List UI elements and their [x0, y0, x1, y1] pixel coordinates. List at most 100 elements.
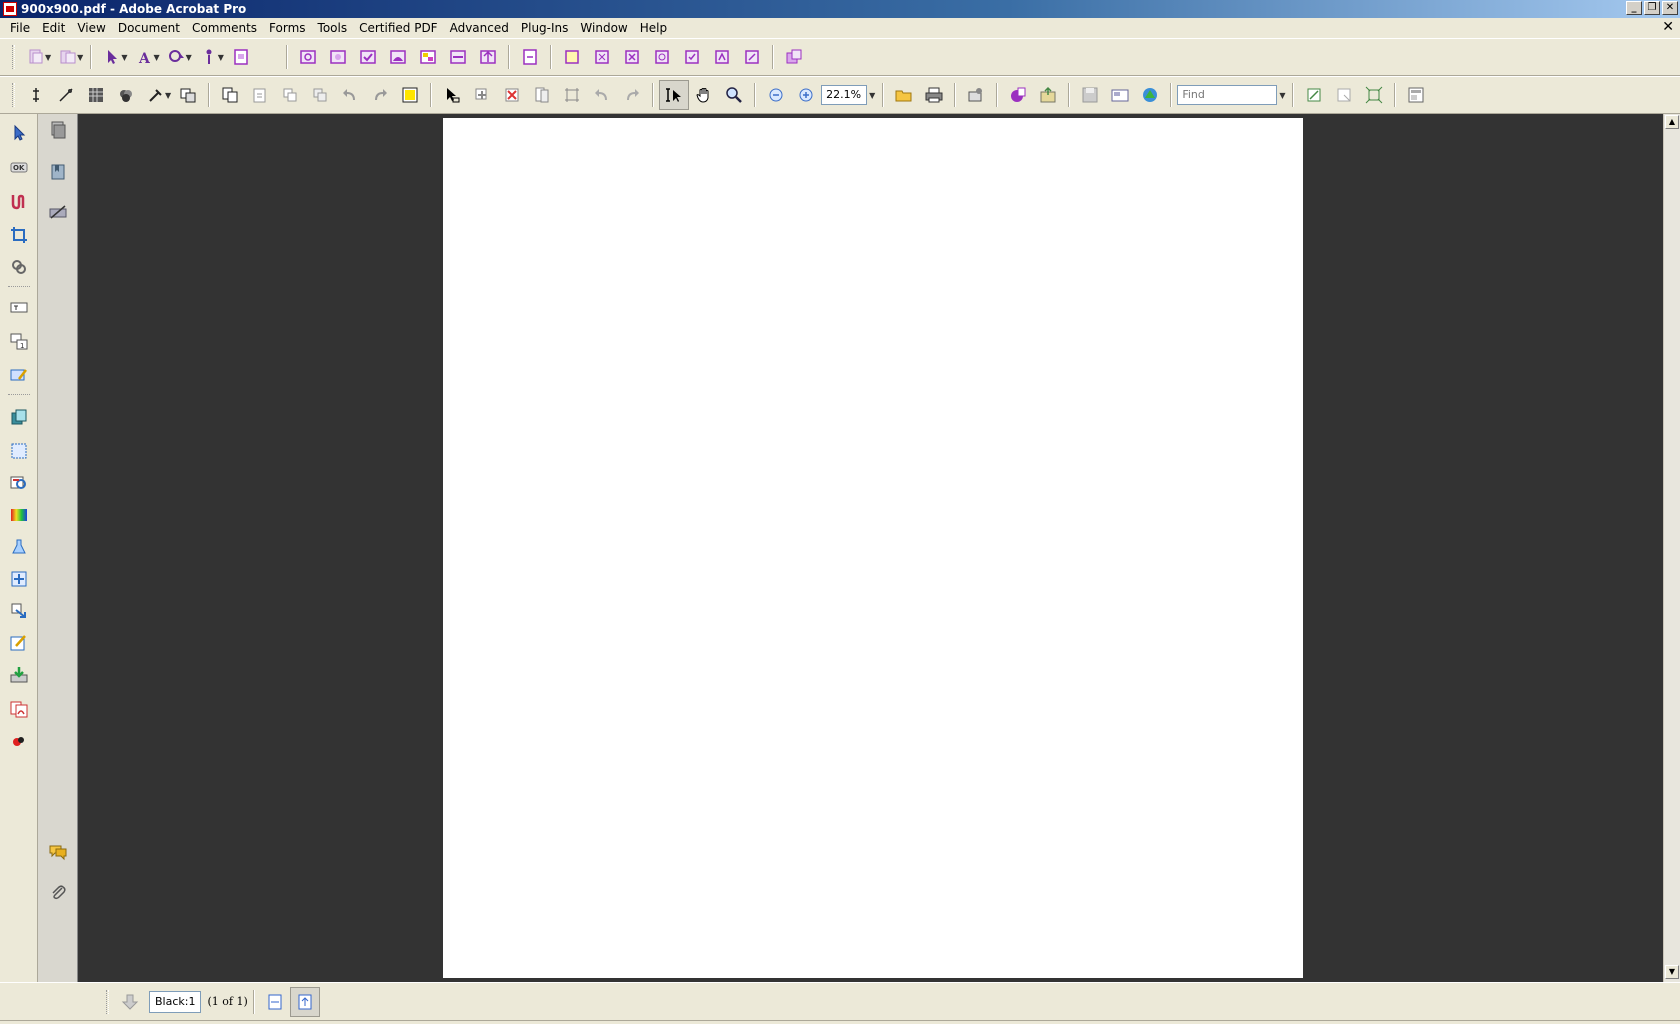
ink-manager-button[interactable] [383, 42, 413, 72]
flask-tool[interactable] [6, 534, 32, 560]
delete-button[interactable] [497, 80, 527, 110]
previous-page-button[interactable] [115, 987, 145, 1017]
pdf-tool[interactable] [6, 696, 32, 722]
page-properties-button[interactable] [226, 42, 256, 72]
preflight-button[interactable] [293, 42, 323, 72]
menu-forms[interactable]: Forms [263, 18, 311, 38]
bookmarks-panel-button[interactable] [44, 158, 72, 186]
menu-view[interactable]: View [71, 18, 111, 38]
save-button[interactable] [1075, 80, 1105, 110]
menu-plug-ins[interactable]: Plug-Ins [515, 18, 575, 38]
crop-tool[interactable] [6, 222, 32, 248]
fit-width-button[interactable] [1299, 80, 1329, 110]
pdf-page[interactable] [443, 118, 1303, 978]
zoom-in-button[interactable] [791, 80, 821, 110]
open-button[interactable] [889, 80, 919, 110]
review-button[interactable] [1003, 80, 1033, 110]
bookmarks-button[interactable] [707, 42, 737, 72]
menu-file[interactable]: File [4, 18, 36, 38]
chevron-down-icon[interactable]: ▼ [869, 91, 875, 100]
marquee-button[interactable] [1329, 80, 1359, 110]
paste-button[interactable] [245, 80, 275, 110]
replace-button[interactable] [173, 80, 203, 110]
continuous-page-button[interactable] [289, 986, 320, 1017]
layers-button[interactable] [737, 42, 767, 72]
export-button[interactable] [1033, 80, 1063, 110]
zoom-out-button[interactable] [761, 80, 791, 110]
menu-advanced[interactable]: Advanced [444, 18, 515, 38]
add-printer-marks-button[interactable] [557, 42, 587, 72]
zoom-level-field[interactable]: 22.1% [821, 85, 868, 105]
u-shape-tool[interactable] [6, 188, 32, 214]
comments-panel-button[interactable] [44, 838, 72, 866]
text-touchup-button[interactable]: A [129, 42, 159, 72]
numbering-tool[interactable]: 1 [6, 328, 32, 354]
email-button[interactable] [961, 80, 991, 110]
acrobat-app-icon[interactable] [3, 2, 17, 16]
toolbar-grip[interactable] [12, 83, 15, 107]
arrow-tool[interactable] [6, 120, 32, 146]
text-field-tool[interactable] [6, 294, 32, 320]
edit-form-tool[interactable] [6, 362, 32, 388]
scroll-down-icon[interactable]: ▼ [1665, 965, 1679, 979]
menu-certified-pdf[interactable]: Certified PDF [353, 18, 444, 38]
import-tool[interactable] [6, 662, 32, 688]
convert-colors-button[interactable] [353, 42, 383, 72]
create-pdf-button[interactable] [21, 42, 51, 72]
rotate-left-button[interactable] [587, 80, 617, 110]
measure-button[interactable] [51, 80, 81, 110]
copy-page-tool[interactable] [6, 404, 32, 430]
minimize-button[interactable]: _ [1626, 1, 1642, 15]
javascript-button[interactable] [617, 42, 647, 72]
settings-button[interactable] [1401, 80, 1431, 110]
dither-button[interactable] [81, 80, 111, 110]
undo-button[interactable] [335, 80, 365, 110]
fix-hairlines-button[interactable] [515, 42, 545, 72]
zoom-tool-button[interactable] [719, 80, 749, 110]
transparency-flattening-button[interactable] [443, 42, 473, 72]
page-frame-tool[interactable] [6, 438, 32, 464]
toolbar-grip[interactable] [106, 989, 109, 1014]
print-button[interactable] [919, 80, 949, 110]
page-button[interactable] [527, 80, 557, 110]
pdf-optimizer-button[interactable] [473, 42, 503, 72]
advanced-editing-button[interactable] [779, 42, 809, 72]
links-button[interactable] [677, 42, 707, 72]
signatures-panel-button[interactable] [44, 198, 72, 226]
mark-tool[interactable] [6, 566, 32, 592]
move-button[interactable] [467, 80, 497, 110]
chevron-down-icon[interactable]: ▼ [1279, 91, 1285, 100]
menu-edit[interactable]: Edit [36, 18, 71, 38]
output-preview-button[interactable] [323, 42, 353, 72]
toolbar-grip[interactable] [12, 45, 15, 69]
web-button[interactable] [1135, 80, 1165, 110]
page-number-field[interactable]: Black:1 [149, 990, 202, 1013]
edit-pages-button[interactable] [647, 42, 677, 72]
text-select-button[interactable] [659, 80, 690, 110]
transform-tool[interactable] [6, 598, 32, 624]
frame-button[interactable] [557, 80, 587, 110]
image-edit-tool[interactable] [6, 470, 32, 496]
restore-button[interactable]: ❐ [1644, 1, 1660, 15]
edit-text-tool[interactable] [6, 630, 32, 656]
ok-button-tool[interactable]: OK [6, 154, 32, 180]
hand-tool-button[interactable] [689, 80, 719, 110]
menu-tools[interactable]: Tools [312, 18, 354, 38]
separation-button[interactable] [111, 80, 141, 110]
pages-panel-button[interactable] [44, 116, 72, 144]
scroll-up-icon[interactable]: ▲ [1665, 115, 1679, 129]
single-page-button[interactable] [260, 987, 290, 1017]
vertical-scrollbar[interactable]: ▲ ▼ [1663, 114, 1680, 982]
attachments-panel-button[interactable] [44, 878, 72, 906]
color-pick-button[interactable] [141, 80, 171, 110]
link-tool[interactable] [6, 254, 32, 280]
select-tool-button[interactable] [97, 42, 127, 72]
group-button[interactable] [305, 80, 335, 110]
crop-pages-button[interactable] [587, 42, 617, 72]
document-view[interactable] [78, 114, 1663, 982]
close-document-button[interactable]: ✕ [1662, 19, 1674, 35]
fill-color-button[interactable] [395, 80, 425, 110]
object-touchup-button[interactable] [162, 42, 192, 72]
color-tool[interactable] [6, 728, 32, 754]
redo-button[interactable] [365, 80, 395, 110]
